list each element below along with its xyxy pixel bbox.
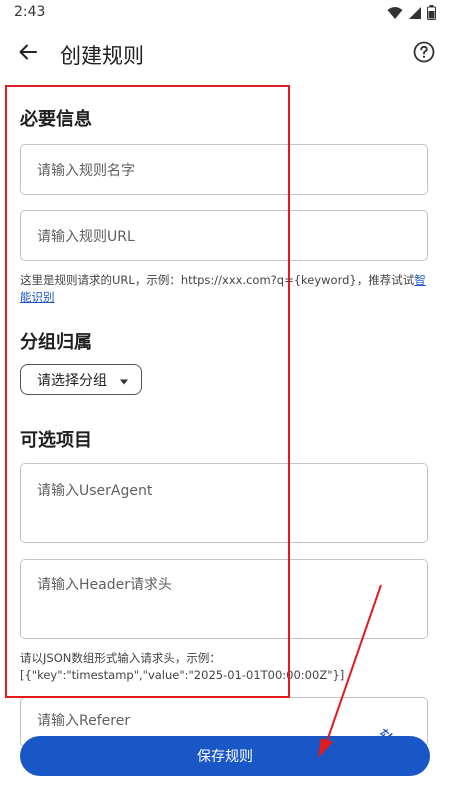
app-bar: 创建规则	[0, 28, 450, 80]
section-title-group: 分组归属	[20, 332, 92, 353]
battery-icon	[427, 5, 436, 24]
help-button[interactable]	[410, 40, 438, 68]
user-agent-placeholder: 请输入UserAgent	[37, 483, 153, 499]
status-icons	[387, 5, 436, 24]
signal-icon	[408, 5, 422, 24]
status-time: 2:43	[14, 4, 46, 20]
rule-name-placeholder: 请输入规则名字	[37, 163, 135, 179]
caret-down-icon	[119, 370, 129, 389]
header-placeholder: 请输入Header请求头	[37, 577, 172, 593]
arrow-left-icon	[18, 42, 38, 66]
group-select[interactable]: 请选择分组	[20, 364, 142, 395]
referer-placeholder: 请输入Referer	[37, 713, 131, 729]
wifi-icon	[387, 5, 403, 24]
section-title-optional: 可选项目	[20, 430, 92, 451]
header-helper-line1: 请以JSON数组形式输入请求头，示例：	[20, 651, 221, 665]
help-circle-icon	[413, 41, 435, 67]
header-helper-line2: [{"key":"timestamp","value":"2025-01-01T…	[20, 668, 345, 682]
status-bar: 2:43	[0, 0, 450, 26]
url-helper-prefix: 这里是规则请求的URL，示例：https://xxx.com?q={keywor…	[20, 273, 415, 287]
screen: 2:43 创建规则 必要信息 请输入规则名字 请输入规则URL 这里是规则请求的…	[0, 0, 450, 800]
section-title-required: 必要信息	[20, 109, 92, 130]
back-button[interactable]	[14, 40, 42, 68]
save-rule-button[interactable]: 保存规则	[20, 736, 430, 776]
header-helper-text: 请以JSON数组形式输入请求头，示例： [{"key":"timestamp",…	[20, 650, 432, 684]
rule-url-placeholder: 请输入规则URL	[37, 229, 135, 245]
header-input[interactable]: 请输入Header请求头	[20, 559, 428, 639]
url-helper-text: 这里是规则请求的URL，示例：https://xxx.com?q={keywor…	[20, 272, 432, 306]
rule-name-input[interactable]: 请输入规则名字	[20, 144, 428, 195]
rule-url-input[interactable]: 请输入规则URL	[20, 210, 428, 261]
user-agent-input[interactable]: 请输入UserAgent	[20, 463, 428, 543]
page-title: 创建规则	[60, 44, 144, 68]
group-select-value: 请选择分组	[37, 372, 107, 389]
